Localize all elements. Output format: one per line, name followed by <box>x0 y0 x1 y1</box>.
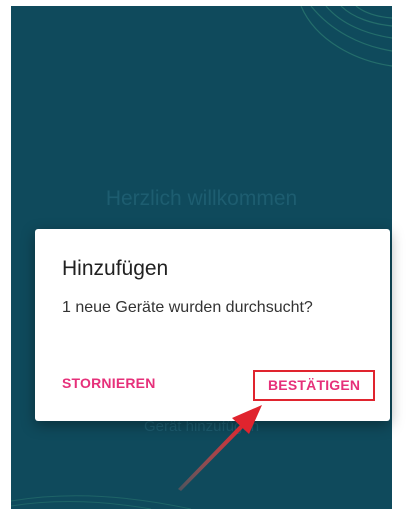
dialog-title: Hinzufügen <box>62 257 169 280</box>
cancel-button[interactable]: STORNIEREN <box>62 375 156 391</box>
add-device-dialog: Hinzufügen 1 neue Geräte wurden durchsuc… <box>35 229 390 421</box>
dialog-message: 1 neue Geräte wurden durchsucht? <box>62 299 313 316</box>
confirm-button[interactable]: BESTÄTIGEN <box>253 370 376 401</box>
welcome-heading: Herzlich willkommen <box>105 187 298 210</box>
